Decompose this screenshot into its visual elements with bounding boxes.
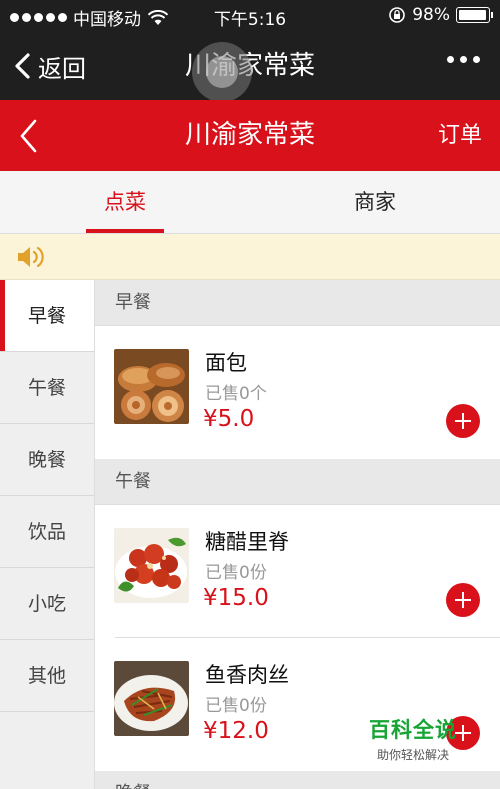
app-header: 川渝家常菜 订单: [0, 100, 500, 171]
speaker-icon: [18, 246, 44, 268]
category-sidebar: 早餐 午餐 晚餐 饮品 小吃 其他: [0, 280, 95, 789]
more-options-button[interactable]: [447, 56, 480, 63]
announcement-bar[interactable]: [0, 234, 500, 280]
tab-bar: 点菜 商家: [0, 171, 500, 234]
assistive-touch-button[interactable]: [192, 42, 252, 102]
watermark-title: 百科全说: [369, 718, 457, 742]
dish-item[interactable]: 糖醋里脊 已售0份 ¥15.0: [95, 505, 500, 638]
dish-price: ¥12.0: [203, 718, 269, 744]
dish-price: ¥15.0: [203, 585, 269, 611]
add-to-cart-button[interactable]: [446, 583, 480, 617]
sidebar-item-lunch[interactable]: 午餐: [0, 352, 94, 424]
sidebar-item-dinner[interactable]: 晚餐: [0, 424, 94, 496]
battery-icon: [456, 7, 493, 23]
dish-sold-count: 已售0个: [205, 384, 267, 404]
dish-name: 面包: [205, 351, 247, 375]
dish-name: 鱼香肉丝: [205, 663, 289, 687]
wechat-nav-bar: 返回 川渝家常菜: [0, 32, 500, 102]
watermark-logo: 百科全说 助你轻松解决: [362, 714, 464, 763]
dish-item[interactable]: 面包 已售0个 ¥5.0: [95, 326, 500, 459]
battery-percent: 98%: [412, 5, 450, 25]
bread-photo: [114, 349, 189, 424]
tab-merchant[interactable]: 商家: [250, 171, 500, 233]
section-header-dinner: 晚餐: [95, 771, 500, 789]
orders-button[interactable]: 订单: [438, 100, 482, 171]
sidebar-item-other[interactable]: 其他: [0, 640, 94, 712]
dish-name: 糖醋里脊: [205, 530, 289, 554]
dish-sold-count: 已售0份: [205, 563, 267, 583]
sweet-sour-pork-photo: [114, 528, 189, 603]
section-header-breakfast: 早餐: [95, 280, 500, 326]
section-header-lunch: 午餐: [95, 459, 500, 505]
sidebar-item-drinks[interactable]: 饮品: [0, 496, 94, 568]
dish-price: ¥5.0: [203, 406, 255, 432]
add-to-cart-button[interactable]: [446, 404, 480, 438]
sidebar-item-snacks[interactable]: 小吃: [0, 568, 94, 640]
sidebar-item-breakfast[interactable]: 早餐: [0, 280, 94, 352]
tab-order-food[interactable]: 点菜: [0, 171, 250, 233]
watermark-subtitle: 助你轻松解决: [376, 748, 449, 762]
dish-sold-count: 已售0份: [205, 696, 267, 716]
page-title: 川渝家常菜: [184, 120, 315, 150]
menu-list[interactable]: 早餐 面包 已售0个 ¥5.0 午餐 糖醋里脊 已售0份 ¥15.0 鱼香肉丝 …: [95, 280, 500, 789]
status-bar: 中国移动 下午5:16 98%: [0, 0, 500, 32]
shredded-pork-photo: [114, 661, 189, 736]
rotation-lock-icon: [389, 7, 406, 23]
